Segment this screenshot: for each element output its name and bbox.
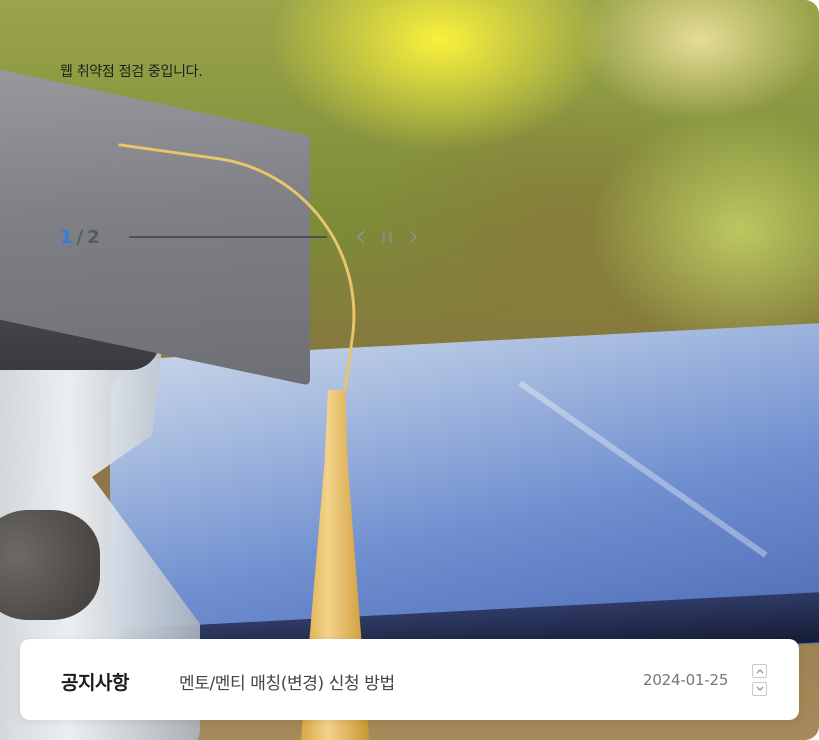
hero-banner: [0, 0, 819, 740]
status-message: 웹 취약점 점검 중입니다.: [60, 64, 203, 80]
page-separator: /: [76, 226, 84, 248]
notice-bar: 공지사항 멘토/멘티 매칭(변경) 신청 방법 2024-01-25: [20, 639, 799, 720]
pause-slide-button[interactable]: [378, 227, 396, 247]
pager-controls: [352, 226, 422, 248]
chevron-right-icon: [409, 230, 418, 244]
page-total: 2: [87, 226, 100, 248]
notice-next-button[interactable]: [752, 682, 767, 696]
chevron-left-icon: [356, 230, 365, 244]
pause-icon: [382, 231, 392, 243]
notice-title-link[interactable]: 멘토/멘티 매칭(변경) 신청 방법: [179, 669, 395, 694]
notice-label: 공지사항: [61, 672, 129, 694]
tassel-cord: [83, 143, 377, 427]
prev-slide-button[interactable]: [352, 227, 370, 247]
notice-date: 2024-01-25: [643, 671, 729, 689]
chevron-up-icon: [756, 669, 763, 674]
next-slide-button[interactable]: [404, 227, 422, 247]
page-current: 1: [60, 226, 73, 248]
chevron-down-icon: [756, 686, 763, 691]
notice-nav: [752, 664, 768, 696]
slide-pager: 1 / 2: [60, 226, 100, 248]
notice-prev-button[interactable]: [752, 664, 767, 678]
pager-progress-line: [129, 236, 327, 238]
coins-image: [0, 510, 100, 620]
